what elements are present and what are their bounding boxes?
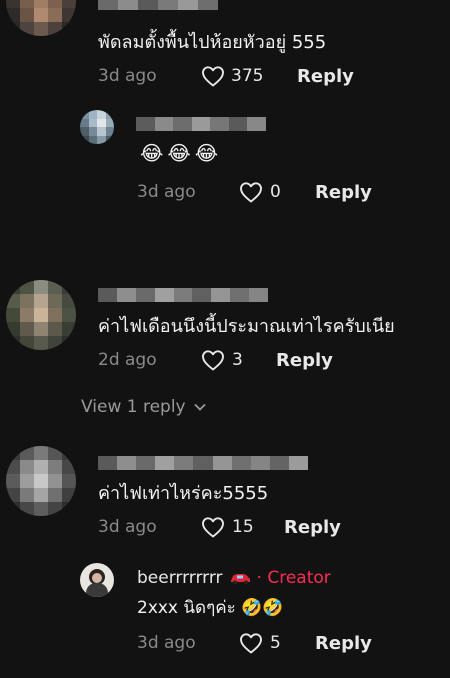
reply-button[interactable]: Reply [315, 633, 372, 654]
comment-time: 3d ago [137, 633, 196, 653]
reply-button[interactable]: Reply [284, 517, 341, 538]
heart-outline-icon[interactable] [201, 65, 225, 87]
username[interactable]: beerrrrrrrr [137, 568, 223, 588]
heart-outline-icon[interactable] [201, 516, 225, 538]
username-blurred [98, 0, 218, 10]
like-count: 0 [270, 182, 281, 202]
creator-badge: · Creator [256, 568, 331, 588]
comment-text: พัดลมตั้งพื้นไปห้อยหัวอยู่ 555 [98, 32, 327, 53]
like-count: 3 [232, 350, 243, 370]
heart-outline-icon[interactable] [239, 632, 263, 654]
comment-time: 3d ago [98, 66, 157, 86]
view-replies-label: View 1 reply [81, 397, 186, 417]
comment-author: beerrrrrrrr · Creator [137, 568, 331, 588]
like-count: 15 [232, 517, 254, 537]
avatar[interactable] [80, 110, 114, 144]
comment-time: 3d ago [137, 182, 196, 202]
chevron-down-icon [193, 403, 206, 411]
avatar[interactable] [6, 446, 76, 516]
avatar[interactable] [6, 280, 76, 350]
heart-outline-icon[interactable] [201, 349, 225, 371]
reply-button[interactable]: Reply [276, 350, 333, 371]
view-replies-button[interactable]: View 1 reply [81, 397, 206, 417]
comment-text: 😂😂😂 [140, 141, 223, 165]
like-count: 5 [270, 633, 281, 653]
username-blurred [98, 456, 309, 470]
red-car-emoji-icon [230, 574, 250, 585]
reply-button[interactable]: Reply [315, 182, 372, 203]
creator-avatar[interactable] [80, 563, 114, 597]
avatar[interactable] [6, 0, 76, 36]
heart-outline-icon[interactable] [239, 181, 263, 203]
username-blurred [98, 288, 269, 302]
comment-text: ค่าไฟเดือนนึงนี้ประมาณเท่าไรครับเนีย [98, 316, 395, 337]
username-blurred [136, 117, 267, 131]
comment-time: 3d ago [98, 517, 157, 537]
like-count: 375 [231, 66, 264, 86]
comment-text: 2xxx นิดๆค่ะ 🤣🤣 [137, 598, 284, 618]
comment-text: ค่าไฟเท่าไหร่คะ5555 [98, 483, 269, 504]
reply-button[interactable]: Reply [297, 66, 354, 87]
comment-time: 2d ago [98, 350, 157, 370]
